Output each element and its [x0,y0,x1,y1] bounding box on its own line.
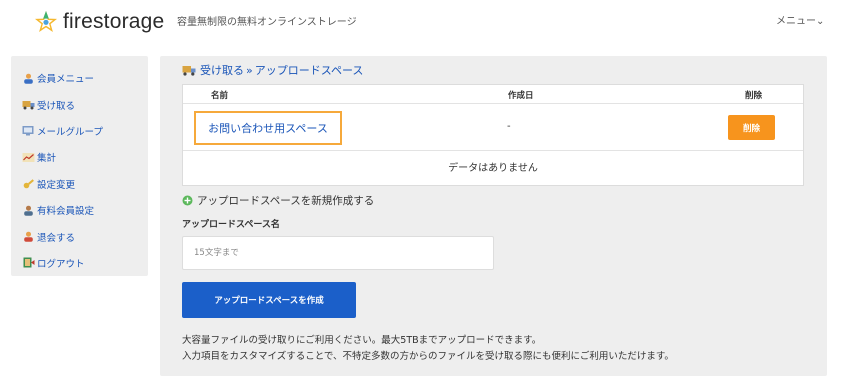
column-header-name: 名前 [211,91,229,101]
site-tagline: 容量無制限の無料オンラインストレージ [177,17,357,28]
breadcrumb-parent-link[interactable]: 受け取る [200,62,244,78]
empty-message: データはありません [448,163,538,174]
create-space-button[interactable]: アップロードスペースを作成 [182,282,356,318]
user-icon [22,72,35,84]
description-line-1: 大容量ファイルの受け取りにご利用ください。最大5TBまでアップロードできます。 [182,335,542,346]
truck-icon [22,99,35,111]
member-icon [22,204,35,216]
space-name-label: アップロードスペース名 [182,220,280,230]
sidebar-item-label: 集計 [37,153,57,165]
user-leave-icon [22,231,35,243]
space-name-link[interactable]: お問い合わせ用スペース [194,111,342,145]
breadcrumb: 受け取る » アップロードスペース [182,62,363,78]
truck-icon [182,64,196,76]
logo-star-icon [35,11,57,32]
sidebar-item-stats[interactable]: 集計 [11,144,148,170]
sidebar-item-label: 会員メニュー [37,74,95,86]
chart-icon [22,151,35,163]
row-divider [183,150,803,151]
sidebar-item-label: ログアウト [37,258,85,270]
sidebar-item-label: 設定変更 [37,179,76,191]
sidebar-item-settings[interactable]: 設定変更 [11,171,148,197]
column-header-delete: 削除 [745,91,763,101]
sidebar-item-premium-settings[interactable]: 有料会員設定 [11,197,148,223]
delete-button[interactable]: 削除 [728,115,775,140]
column-header-created: 作成日 [508,91,534,101]
sidebar-item-mail-group[interactable]: メールグループ [11,118,148,144]
mail-group-icon [22,125,35,137]
main-panel: 受け取る » アップロードスペース 名前 作成日 削除 お問い合わせ用スペース … [160,56,827,376]
logout-icon [22,257,35,269]
sidebar-item-member-menu[interactable]: 会員メニュー [11,65,148,91]
breadcrumb-current[interactable]: アップロードスペース [255,62,364,78]
description-line-2: 入力項目をカスタマイズすることで、不特定多数の方からのファイルを受け取る際にも便… [182,351,674,362]
sidebar-item-logout[interactable]: ログアウト [11,250,148,276]
sidebar-item-receive[interactable]: 受け取る [11,91,148,117]
sidebar-item-label: 有料会員設定 [37,206,95,218]
sidebar-item-label: 受け取る [37,100,76,112]
sidebar-item-label: メールグループ [37,126,103,138]
key-icon [22,178,35,190]
menu-dropdown[interactable]: メニュー⌄ [776,12,824,27]
logo-text: firestorage [63,10,165,33]
create-new-space-label: アップロードスペースを新規作成する [197,195,375,207]
header-divider [183,103,803,104]
create-new-space-link[interactable]: アップロードスペースを新規作成する [182,193,374,208]
upload-space-table: 名前 作成日 削除 お問い合わせ用スペース - 削除 データはありません [182,84,804,186]
space-created-date: - [507,121,511,132]
sidebar: 会員メニュー 受け取る メールグループ 集計 設定変更 有料会員設定 退会する … [11,56,148,276]
plus-circle-icon [182,195,193,206]
sidebar-item-label: 退会する [37,232,76,244]
sidebar-item-unsubscribe[interactable]: 退会する [11,223,148,249]
space-name-input[interactable] [182,236,494,270]
site-logo[interactable]: firestorage [34,8,164,36]
breadcrumb-separator: » [246,63,253,77]
